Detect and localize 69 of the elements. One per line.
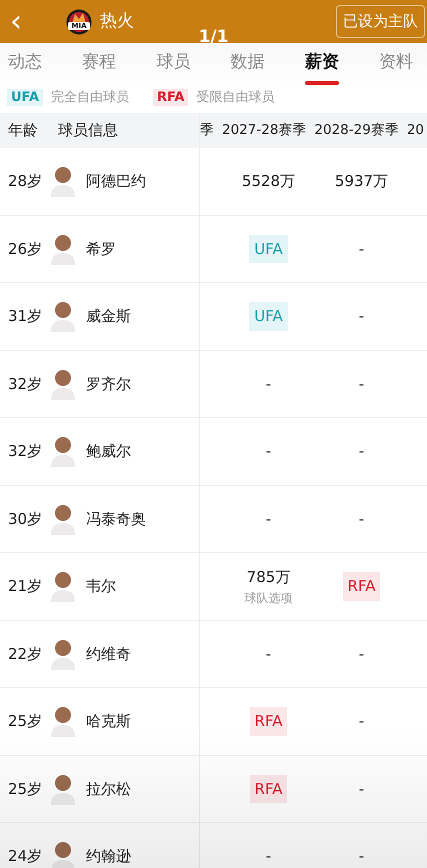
age-cell-text: 30岁 bbox=[7, 508, 44, 530]
salary-cell-text: - bbox=[358, 238, 364, 260]
player-name[interactable]: 威金斯 bbox=[86, 305, 131, 328]
salary-cell-text: - bbox=[266, 374, 272, 394]
status-tag: UFA bbox=[249, 302, 288, 330]
age-cell-text: 26岁 bbox=[7, 238, 44, 260]
player-name[interactable]: 哈克斯 bbox=[86, 710, 131, 732]
player-name[interactable]: 约翰逊 bbox=[86, 845, 131, 868]
age-cell-text: 25岁 bbox=[7, 778, 44, 800]
player-name[interactable]: 拉尔松 bbox=[86, 778, 131, 800]
player-avatar bbox=[50, 435, 76, 468]
salary-cell-text: - bbox=[266, 441, 272, 462]
salary-cell-text: 5528万 bbox=[242, 171, 296, 192]
player-avatar bbox=[50, 502, 76, 535]
player-name[interactable]: 约维奇 bbox=[86, 642, 131, 665]
column-header: 2028-29赛季 bbox=[314, 121, 399, 140]
player-avatar bbox=[50, 165, 76, 198]
salary-cell-text: - bbox=[358, 441, 364, 462]
age-cell-text: 22岁 bbox=[7, 644, 44, 664]
age-cell-text: 28岁 bbox=[7, 171, 44, 192]
salary-cell-text: 785万 bbox=[246, 567, 290, 588]
status-tag: UFA bbox=[249, 234, 288, 263]
column-header: 球员信息 bbox=[58, 120, 118, 142]
status-tag: RFA bbox=[250, 774, 288, 803]
tab[interactable]: 薪资 bbox=[304, 42, 339, 85]
salary-cell-text: - bbox=[358, 711, 364, 732]
player-name[interactable]: 阿德巴约 bbox=[86, 170, 146, 192]
legend-text: 完全自由球员 bbox=[51, 90, 130, 106]
player-avatar bbox=[50, 300, 76, 332]
age-cell-text: 32岁 bbox=[7, 374, 44, 394]
salary-cell-text: - bbox=[266, 644, 272, 664]
player-name[interactable]: 鲍威尔 bbox=[86, 440, 131, 462]
player-avatar bbox=[50, 368, 76, 400]
column-header: 季 bbox=[200, 121, 214, 140]
player-name[interactable]: 韦尔 bbox=[86, 575, 116, 598]
age-cell-text: 31岁 bbox=[7, 306, 44, 327]
age-cell-text: 25岁 bbox=[7, 711, 44, 732]
salary-cell-text: - bbox=[358, 778, 364, 800]
salary-cell-text: - bbox=[266, 846, 272, 867]
status-tag: RFA bbox=[153, 89, 188, 106]
player-avatar bbox=[50, 570, 76, 602]
column-header: 20 bbox=[406, 121, 424, 140]
player-avatar bbox=[50, 232, 76, 265]
salary-cell-text: - bbox=[358, 846, 364, 867]
salary-cell-text: - bbox=[358, 644, 364, 664]
status-tag: RFA bbox=[250, 707, 288, 736]
column-header: 年龄 bbox=[7, 120, 39, 142]
player-avatar bbox=[50, 840, 76, 868]
status-tag: RFA bbox=[342, 572, 380, 600]
salary-cell-text: - bbox=[358, 306, 364, 327]
player-avatar bbox=[50, 705, 76, 738]
age-cell-text: 32岁 bbox=[7, 441, 44, 462]
status-tag: UFA bbox=[7, 89, 44, 106]
age-cell-text: 21岁 bbox=[7, 576, 44, 597]
page-counter: 1/1 bbox=[198, 26, 228, 49]
team-name: 热火 bbox=[100, 10, 134, 33]
player-name[interactable]: 冯泰奇奥 bbox=[86, 508, 146, 530]
player-avatar bbox=[50, 772, 76, 805]
salary-cell-text: - bbox=[266, 508, 272, 530]
salary-cell-text: - bbox=[358, 508, 364, 530]
salary-cell-text: 5937万 bbox=[334, 171, 388, 192]
legend-text: 受限自由球员 bbox=[196, 90, 274, 106]
column-header: 2027-28赛季 bbox=[222, 121, 306, 140]
player-avatar bbox=[50, 638, 76, 670]
player-name[interactable]: 罗齐尔 bbox=[86, 372, 131, 395]
salary-cell-text: - bbox=[358, 374, 364, 394]
age-cell-text: 24岁 bbox=[7, 846, 44, 867]
player-name[interactable]: 希罗 bbox=[86, 238, 116, 260]
option-note: 球队选项 bbox=[244, 590, 292, 606]
